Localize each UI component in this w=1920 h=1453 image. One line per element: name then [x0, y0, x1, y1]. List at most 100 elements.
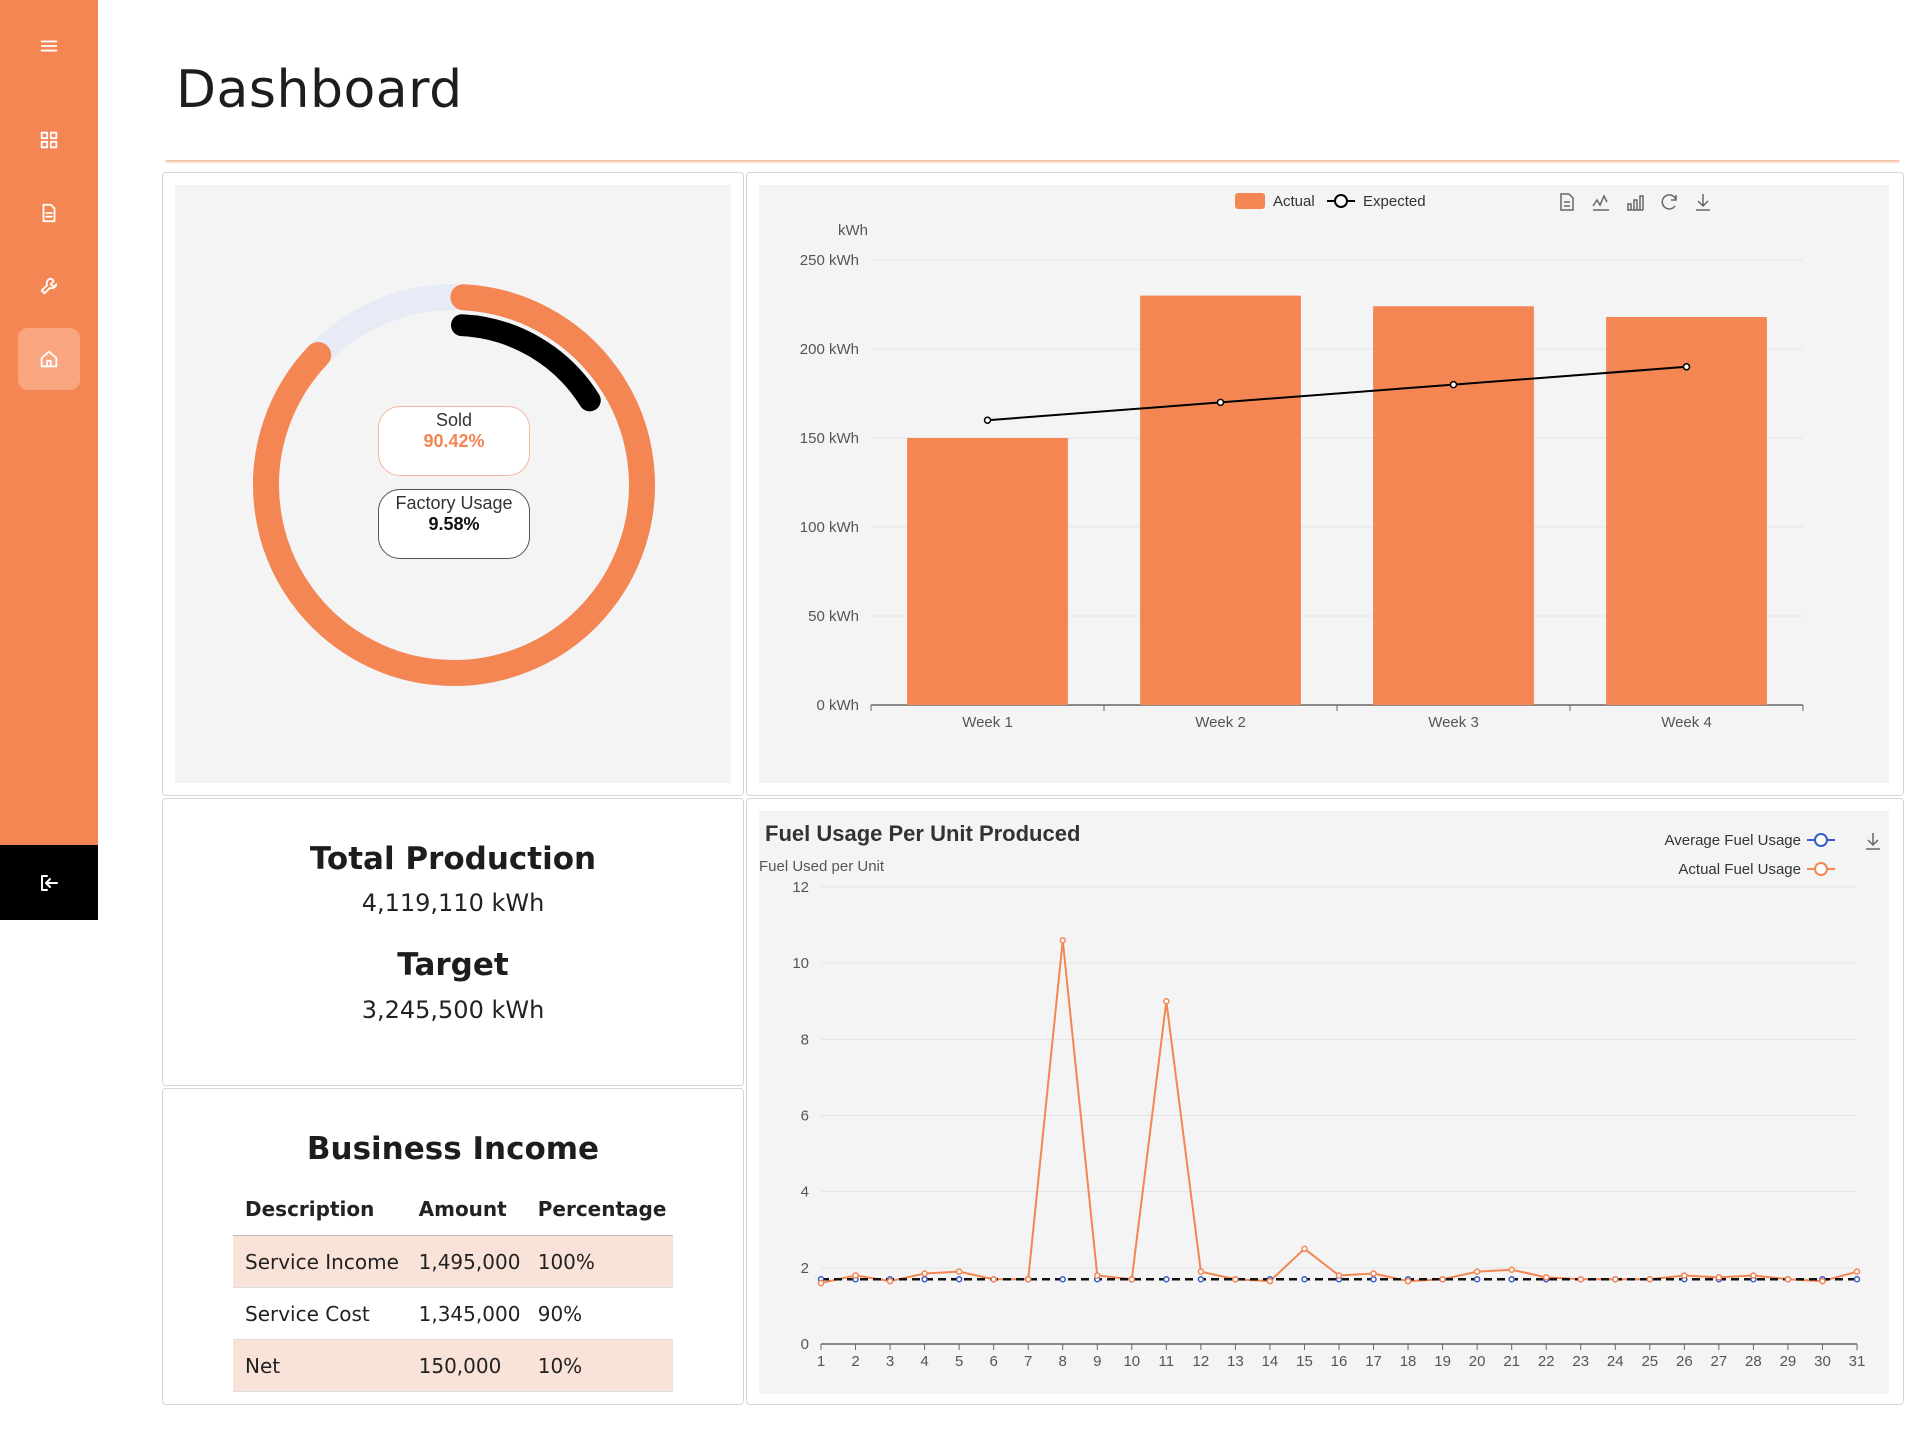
sold-arc	[253, 284, 655, 686]
expected-point	[1449, 380, 1458, 389]
line-chart-icon[interactable]	[1592, 194, 1609, 211]
factory-value: 9.58%	[428, 514, 480, 534]
x-tick-label: 19	[1434, 1353, 1451, 1370]
x-tick-label: 15	[1296, 1353, 1313, 1370]
y-tick-label: 10	[792, 955, 809, 972]
weekly-bar-chart: Actual Expected kWh 0 kWh 50 kWh 100 kWh 150 k…	[800, 193, 1804, 731]
legend-actual-swatch	[1235, 193, 1265, 209]
x-tick-label: 1	[817, 1353, 825, 1370]
column-header: Percentage	[525, 1185, 673, 1236]
average-fuel-point	[921, 1276, 928, 1283]
actual-fuel-point	[990, 1276, 997, 1283]
document-icon[interactable]	[18, 182, 80, 244]
production-panel: Total Production 4,119,110 kWh Target 3,…	[162, 798, 744, 1086]
expected-point	[1682, 363, 1691, 371]
legend-expected-label: Expected	[1363, 193, 1426, 210]
average-fuel-point	[1370, 1276, 1377, 1283]
sidebar	[0, 0, 98, 845]
actual-fuel-point	[1370, 1270, 1377, 1277]
actual-fuel-point	[921, 1270, 928, 1277]
logout-icon	[41, 874, 58, 891]
x-tick-label: 21	[1503, 1353, 1520, 1370]
x-tick-label: 22	[1538, 1353, 1555, 1370]
logout-button[interactable]	[0, 845, 98, 920]
x-tick-label: 6	[989, 1353, 997, 1370]
x-tick-label: 25	[1641, 1353, 1658, 1370]
actual-fuel-point	[1612, 1276, 1619, 1283]
expected-line	[987, 365, 1687, 422]
table-cell: Service Cost	[233, 1287, 407, 1340]
actual-fuel-point	[1508, 1266, 1515, 1273]
x-tick-label: 12	[1193, 1353, 1210, 1370]
average-fuel-point	[1473, 1276, 1481, 1283]
sold-label-box: Sold 90.42%	[378, 406, 530, 476]
actual-fuel-point	[1577, 1276, 1584, 1283]
average-fuel-point	[1301, 1276, 1308, 1283]
menu-icon[interactable]	[18, 15, 80, 77]
actual-fuel-point	[1335, 1272, 1343, 1279]
total-production-value: 4,119,110 kWh	[361, 889, 545, 917]
wrench-icon[interactable]	[18, 255, 80, 317]
bar-actual	[1140, 295, 1301, 705]
download-icon[interactable]	[1866, 833, 1880, 850]
grid-icon[interactable]	[18, 109, 80, 171]
download-icon[interactable]	[1696, 194, 1710, 211]
total-production-label: Total Production	[309, 841, 597, 877]
table-cell: Net	[233, 1339, 407, 1392]
actual-fuel-point	[1681, 1272, 1688, 1279]
legend-expected-marker	[1334, 194, 1348, 208]
y-tick-label: 0	[801, 1336, 809, 1353]
actual-fuel-line	[820, 940, 1858, 1285]
column-header: Description	[233, 1185, 407, 1236]
page-title: Dashboard	[176, 60, 463, 120]
weekly-chart-area: Actual Expected kWh 0 kWh 50 kWh 100 kWh 150 k…	[759, 185, 1889, 783]
x-tick-label: 18	[1400, 1353, 1417, 1370]
actual-fuel-point	[1197, 1268, 1205, 1275]
actual-fuel-point	[955, 1268, 963, 1275]
restore-icon[interactable]	[1661, 194, 1677, 210]
data-view-icon[interactable]	[1560, 193, 1574, 211]
business-income-panel: Business Income Description Amount Perce…	[162, 1088, 744, 1405]
title-divider	[165, 160, 1900, 164]
legend-actual-marker	[1814, 862, 1828, 876]
actual-fuel-point	[1715, 1274, 1723, 1281]
average-fuel-point	[955, 1276, 963, 1283]
y-tick-label: 2	[801, 1260, 809, 1277]
table-header-row: Description Amount Percentage	[233, 1185, 673, 1236]
y-tick-label: 200 kWh	[800, 341, 859, 358]
x-tick-label: Week 4	[1661, 714, 1712, 731]
factory-label: Factory Usage	[395, 493, 513, 513]
y-axis-label: kWh	[838, 222, 868, 239]
business-income-title: Business Income	[306, 1131, 600, 1167]
bar-chart-icon[interactable]	[1627, 195, 1644, 211]
x-tick-label: 13	[1227, 1353, 1244, 1370]
home-icon[interactable]	[18, 328, 80, 390]
legend-average-marker	[1814, 833, 1828, 847]
x-tick-label: Week 1	[962, 714, 1013, 731]
bar-actual	[1606, 316, 1767, 705]
actual-fuel-point	[1784, 1276, 1792, 1283]
legend-actual-label: Actual Fuel Usage	[1678, 861, 1801, 878]
actual-fuel-point	[817, 1279, 825, 1287]
fuel-chart-area: Fuel Usage Per Unit Produced Fuel Used pe…	[759, 811, 1889, 1394]
x-tick-label: 4	[920, 1353, 928, 1370]
y-tick-label: 100 kWh	[800, 519, 859, 536]
average-fuel-point	[1059, 1276, 1066, 1283]
actual-fuel-point	[1301, 1245, 1308, 1253]
table-cell: Service Income	[233, 1235, 407, 1288]
table-cell: 90%	[525, 1287, 673, 1340]
x-tick-label: 26	[1676, 1353, 1693, 1370]
expected-point	[983, 416, 992, 424]
x-tick-label: 2	[851, 1353, 859, 1370]
actual-fuel-point	[1439, 1276, 1446, 1283]
x-tick-label: 29	[1780, 1353, 1797, 1370]
x-tick-label: 20	[1469, 1353, 1486, 1370]
expected-point	[1216, 398, 1225, 407]
x-tick-label: 9	[1093, 1353, 1101, 1370]
table-row: Service Income 1,495,000 100%	[233, 1235, 673, 1288]
y-tick-label: 50 kWh	[808, 608, 859, 625]
donut-panel: Sold 90.42% Factory Usage 9.58%	[162, 172, 744, 796]
actual-fuel-point	[1128, 1276, 1136, 1283]
legend-average-label: Average Fuel Usage	[1665, 832, 1801, 849]
x-tick-label: 30	[1814, 1353, 1831, 1370]
